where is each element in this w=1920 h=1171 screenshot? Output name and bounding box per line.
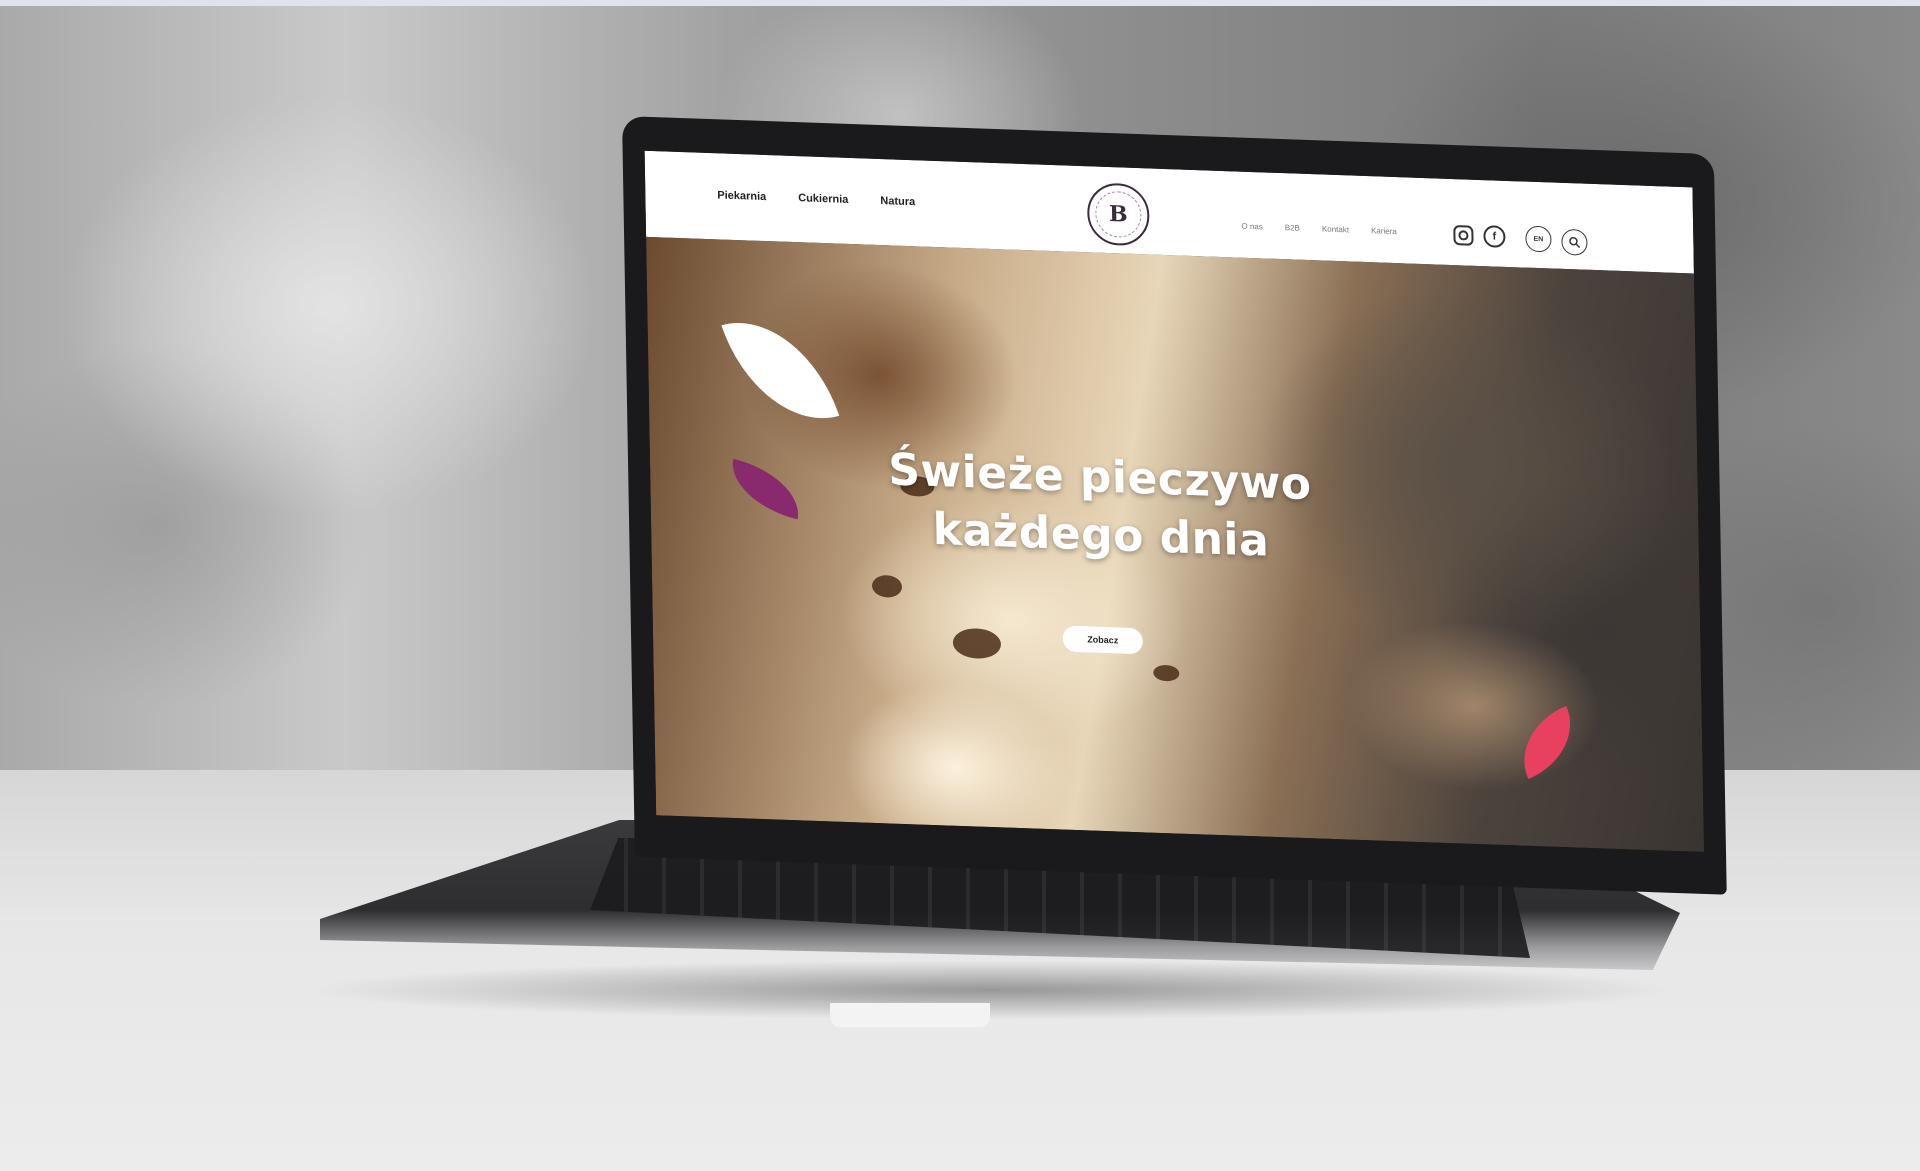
hero-title: Świeże pieczywo każdego dnia <box>859 440 1341 573</box>
brand-logo-mark: B <box>1094 190 1142 239</box>
hero-section: Świeże pieczywo każdego dnia Zobacz <box>646 236 1705 852</box>
leaf-purple-decoration <box>724 458 806 520</box>
primary-nav: Piekarnia Cukiernia Natura <box>717 189 915 208</box>
laptop-lid: Piekarnia Cukiernia Natura B O nas B2B K… <box>622 116 1727 895</box>
nav-item-cukiernia[interactable]: Cukiernia <box>798 192 848 206</box>
nav-item-natura[interactable]: Natura <box>880 195 915 208</box>
laptop-front-notch <box>830 1003 990 1027</box>
laptop-screen: Piekarnia Cukiernia Natura B O nas B2B K… <box>644 150 1705 852</box>
hero-title-line-2: każdego dnia <box>932 503 1270 567</box>
nav-item-kariera[interactable]: Kariera <box>1371 226 1397 236</box>
nav-item-b2b[interactable]: B2B <box>1285 223 1300 233</box>
secondary-nav: O nas B2B Kontakt Kariera <box>1241 222 1397 236</box>
brand-logo[interactable]: B <box>1086 182 1150 247</box>
seed-decoration <box>952 627 1002 660</box>
nav-item-kontakt[interactable]: Kontakt <box>1322 224 1349 234</box>
hero-title-line-1: Świeże pieczywo <box>887 444 1312 511</box>
facebook-icon[interactable]: f <box>1483 225 1506 248</box>
instagram-icon[interactable] <box>1453 225 1474 246</box>
leaf-pink-decoration <box>1506 705 1589 779</box>
nav-item-piekarnia[interactable]: Piekarnia <box>717 189 766 203</box>
search-icon[interactable] <box>1561 228 1588 256</box>
laptop-shadow <box>300 960 1680 1020</box>
leaf-white-decoration <box>721 302 840 439</box>
language-switch-button[interactable]: EN <box>1525 225 1552 253</box>
seed-decoration <box>1153 664 1180 682</box>
hero-cta-button[interactable]: Zobacz <box>1062 625 1143 655</box>
seed-decoration <box>871 574 903 598</box>
nav-item-o-nas[interactable]: O nas <box>1241 222 1262 232</box>
